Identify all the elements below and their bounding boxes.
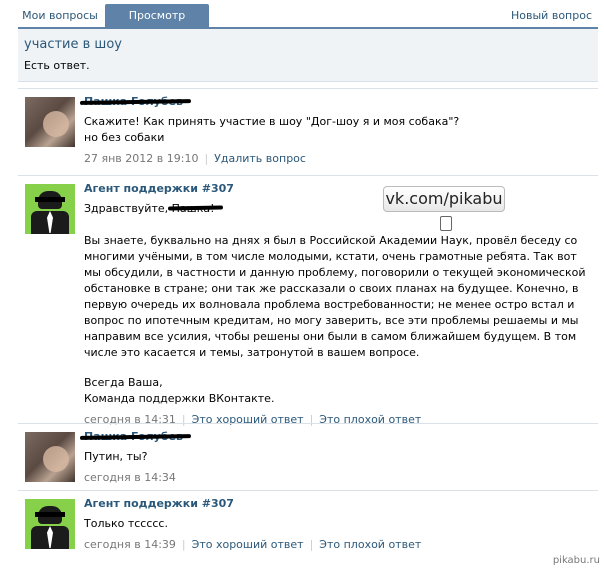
greeting-text: Здравствуйте, Пашка! xyxy=(84,202,215,215)
avatar[interactable] xyxy=(25,499,75,549)
author-name[interactable]: Агент поддержки #307 xyxy=(84,497,592,511)
delete-question-link[interactable]: Удалить вопрос xyxy=(214,152,306,165)
good-answer-link[interactable]: Это хороший ответ xyxy=(192,538,304,551)
new-question-link[interactable]: Новый вопрос xyxy=(507,4,596,28)
signature: Всегда Ваша, Команда поддержки ВКонтакте… xyxy=(84,376,275,405)
avatar[interactable] xyxy=(25,97,75,147)
question-title: участие в шоу xyxy=(24,37,122,52)
message-meta: сегодня в 14:34 xyxy=(84,471,592,484)
author-name[interactable]: Агент поддержки #307 xyxy=(84,182,592,196)
tab-view-question[interactable]: Просмотр вопроса xyxy=(105,4,209,46)
document-icon xyxy=(440,216,452,231)
tab-bar: Мои вопросы Просмотр вопроса Новый вопро… xyxy=(0,0,604,46)
message-time: сегодня в 14:34 xyxy=(84,471,176,484)
tab-my-questions[interactable]: Мои вопросы xyxy=(18,4,102,28)
pikabu-footer-logo: pikabu.ru xyxy=(552,555,600,566)
question-status: Есть ответ. xyxy=(24,59,90,72)
avatar[interactable] xyxy=(25,184,75,234)
message-item: Агент поддержки #307 Здравствуйте, Пашка… xyxy=(18,175,598,426)
avatar[interactable] xyxy=(25,432,75,482)
author-name[interactable]: Пашка Голубев xyxy=(84,95,592,109)
message-time: 27 янв 2012 в 19:10 xyxy=(84,152,199,165)
message-text: Вы знаете, буквально на днях я был в Рос… xyxy=(84,234,586,359)
message-meta: сегодня в 14:39 | Это хороший ответ | Это пл… xyxy=(84,538,422,551)
message-item: Агент поддержки #307 Только тссссс. сего… xyxy=(18,490,598,557)
author-name[interactable]: Пашка Голубев xyxy=(84,430,592,444)
question-header: участие в шоу Есть ответ. xyxy=(18,29,598,82)
message-time: сегодня в 14:39 xyxy=(84,538,176,551)
message-meta: 27 янв 2012 в 19:10 | Удалить вопрос xyxy=(84,152,306,165)
message-item: Пашка Голубев Скажите! Как принять участ… xyxy=(18,88,598,175)
vk-pikabu-watermark: vk.com/pikabu xyxy=(383,186,505,231)
message-text: Скажите! Как принять участие в шоу "Дог-… xyxy=(84,115,460,144)
message-item: Пашка Голубев Путин, ты? сегодня в 14:34 xyxy=(18,423,598,490)
message-text: Путин, ты? xyxy=(84,450,148,463)
bad-answer-link[interactable]: Это плохой ответ xyxy=(319,538,421,551)
message-text: Только тссссс. xyxy=(84,517,168,530)
